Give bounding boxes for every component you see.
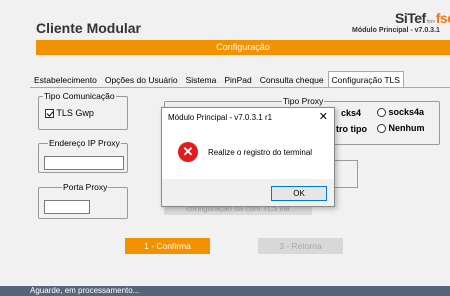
close-icon[interactable]: ✕	[319, 110, 328, 123]
tls-gwp-checkbox[interactable]	[45, 109, 54, 119]
socks4a-radio[interactable]	[377, 108, 386, 118]
porta-proxy-group: Porta Proxy	[38, 182, 128, 219]
error-icon: ✕	[178, 142, 198, 162]
error-dialog: Módulo Principal - v7.0.3.1 r1 ✕ ✕ Reali…	[161, 107, 335, 207]
version-label: Módulo Principal - v7.0.3.1	[352, 27, 440, 34]
socks4a-label: socks4a	[388, 107, 425, 117]
socks4a-option[interactable]: socks4a	[377, 107, 425, 118]
endereco-ip-proxy-input[interactable]	[44, 156, 124, 170]
app-window: Cliente Modular SiTeffromfse Módulo Prin…	[0, 0, 450, 296]
confirm-button[interactable]: 1 - Confirma	[125, 238, 210, 254]
tipo-proxy-legend: Tipo Proxy	[282, 96, 325, 107]
dialog-message: Realize o registro do terminal	[208, 148, 313, 157]
sitef-logo: SiTeffromfse	[395, 10, 450, 26]
nenhum-option[interactable]: Nenhum	[377, 123, 425, 134]
dialog-title: Módulo Principal - v7.0.3.1 r1	[168, 113, 273, 122]
dialog-footer: OK	[162, 179, 334, 206]
return-button[interactable]: 3 - Retorna	[258, 238, 343, 254]
tipo-comunicacao-legend: Tipo Comunicação	[43, 91, 116, 102]
socks4-option[interactable]: cks4	[341, 108, 361, 118]
status-bar: Aguarde, em processamento...	[0, 286, 450, 296]
header: Cliente Modular SiTeffromfse Módulo Prin…	[0, 0, 450, 42]
tab-estabelecimento[interactable]: Estabelecimento	[30, 71, 101, 87]
endereco-ip-proxy-group: Endereço IP Proxy	[38, 138, 128, 173]
porta-proxy-legend: Porta Proxy	[62, 182, 109, 193]
tab-sistema[interactable]: Sistema	[182, 71, 221, 87]
ok-button[interactable]: OK	[271, 186, 327, 201]
tipo-comunicacao-group: Tipo Comunicação TLS Gwp	[38, 91, 128, 130]
tab-bar: Estabelecimento Opções do Usuário Sistem…	[30, 71, 404, 87]
outro-tipo-option[interactable]: tro tipo	[336, 124, 367, 134]
nenhum-label: Nenhum	[388, 123, 425, 133]
tab-pinpad[interactable]: PinPad	[220, 71, 255, 87]
section-banner: Configuração	[36, 40, 450, 55]
tab-opcoes-usuario[interactable]: Opções do Usuário	[101, 71, 182, 87]
app-title: Cliente Modular	[36, 20, 142, 36]
nenhum-radio[interactable]	[377, 124, 386, 134]
endereco-ip-proxy-legend: Endereço IP Proxy	[48, 138, 121, 149]
tab-consulta-cheque[interactable]: Consulta cheque	[256, 71, 328, 87]
tls-gwp-label: TLS Gwp	[56, 108, 94, 118]
tls-gwp-option[interactable]: TLS Gwp	[45, 108, 94, 119]
porta-proxy-input[interactable]	[44, 200, 90, 214]
tab-configuracao-tls[interactable]: Configuração TLS	[327, 71, 404, 87]
